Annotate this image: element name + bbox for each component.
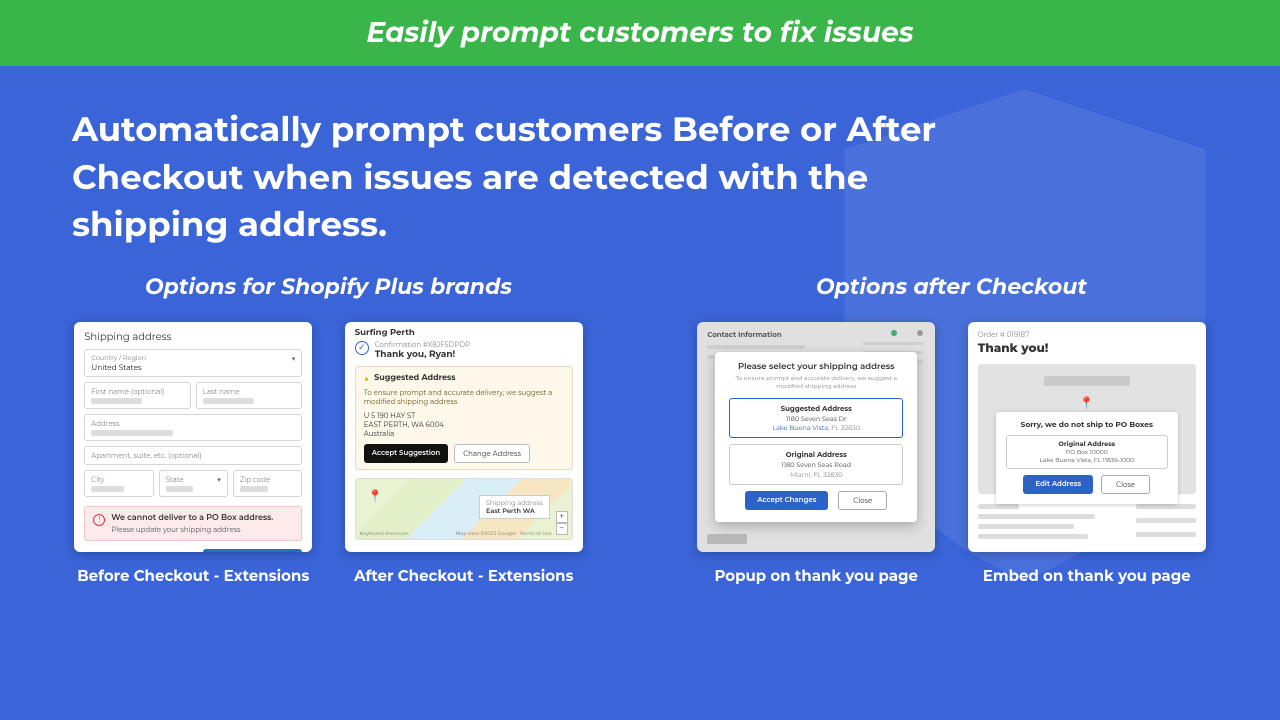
shipping-heading: Shipping address <box>84 330 302 343</box>
map-zoom[interactable]: +− <box>556 511 568 535</box>
thank-you-title: Thank you! <box>978 341 1196 356</box>
change-address-button[interactable]: Change Address <box>454 444 530 463</box>
confirmation-card: Surfing Perth ✓ Confirmation #X8JF5DPDP … <box>345 322 583 552</box>
accept-changes-button[interactable]: Accept Changes <box>745 491 828 510</box>
store-name: Surfing Perth <box>345 322 583 340</box>
accept-suggestion-button[interactable]: Accept Suggestion <box>364 444 448 463</box>
error-icon: ! <box>93 514 105 526</box>
right-column: Options after Checkout Contact Informati… <box>695 273 1208 585</box>
card-popup-thankyou: Contact Information Please select your s… <box>695 322 938 585</box>
map-pin-icon: 📍 <box>368 489 383 504</box>
warning-icon: ▲ <box>364 373 369 384</box>
card-embed-thankyou: Order # 019187 Thank you! 📍 Sorry, we do… <box>966 322 1209 585</box>
card-before-checkout: Shipping address Country / Region United… <box>72 322 315 585</box>
close-button[interactable]: Close <box>838 491 887 510</box>
zip-field[interactable]: Zip code <box>233 470 302 497</box>
right-column-title: Options after Checkout <box>695 273 1208 300</box>
header-title: Easily prompt customers to fix issues <box>366 16 913 50</box>
error-banner: ! We cannot deliver to a PO Box address.… <box>84 506 302 541</box>
original-address-box: Original Address PO Box 10000 Lake Buena… <box>1006 435 1168 469</box>
checkmark-icon: ✓ <box>355 341 369 355</box>
map-preview: 📍 Shipping address East Perth WA +− Keyb… <box>355 478 573 540</box>
card-after-checkout-ext: Surfing Perth ✓ Confirmation #X8JF5DPDP … <box>343 322 586 585</box>
state-field[interactable]: State <box>159 470 228 497</box>
suggested-address-box: ▲Suggested Address To ensure prompt and … <box>355 366 573 470</box>
apt-field[interactable]: Apartment, suite, etc. (optional) <box>84 446 302 465</box>
suggested-option[interactable]: Suggested Address 1180 Seven Seas Dr Lak… <box>729 398 903 438</box>
last-name-field[interactable]: Last name <box>196 382 303 409</box>
embed-panel: Sorry, we do not ship to PO Boxes Origin… <box>996 412 1178 504</box>
embed-card: Order # 019187 Thank you! 📍 Sorry, we do… <box>968 322 1206 552</box>
card-a-caption: Before Checkout - Extensions <box>77 566 309 585</box>
close-button[interactable]: Close <box>1101 475 1150 494</box>
order-number: Order # 019187 <box>978 330 1196 339</box>
card-b-caption: After Checkout - Extensions <box>354 566 573 585</box>
modal-title: Please select your shipping address <box>729 362 903 372</box>
card-d-caption: Embed on thank you page <box>983 566 1191 585</box>
embed-map: 📍 Sorry, we do not ship to PO Boxes Orig… <box>978 364 1196 494</box>
popup-card: Contact Information Please select your s… <box>697 322 935 552</box>
skeleton-below <box>978 504 1196 544</box>
card-c-caption: Popup on thank you page <box>714 566 918 585</box>
map-pin-icon: 📍 <box>1079 396 1094 411</box>
first-name-field[interactable]: First name (optional) <box>84 382 191 409</box>
continue-button[interactable]: Continue to shipping <box>203 549 302 552</box>
hero-text: Automatically prompt customers Before or… <box>0 66 1050 273</box>
city-field[interactable]: City <box>84 470 153 497</box>
checkout-form-card: Shipping address Country / Region United… <box>74 322 312 552</box>
original-option[interactable]: Original Address 1180 Seven Seas Road Mi… <box>729 444 903 485</box>
address-field[interactable]: Address <box>84 414 302 441</box>
columns: Options for Shopify Plus brands Shipping… <box>0 273 1280 585</box>
country-select[interactable]: Country / Region United States <box>84 349 302 377</box>
edit-address-button[interactable]: Edit Address <box>1023 475 1093 494</box>
left-column: Options for Shopify Plus brands Shipping… <box>72 273 585 585</box>
map-label: Shipping address East Perth WA <box>479 495 550 519</box>
address-modal: Please select your shipping address To e… <box>715 352 917 522</box>
left-column-title: Options for Shopify Plus brands <box>72 273 585 300</box>
header-bar: Easily prompt customers to fix issues <box>0 0 1280 66</box>
